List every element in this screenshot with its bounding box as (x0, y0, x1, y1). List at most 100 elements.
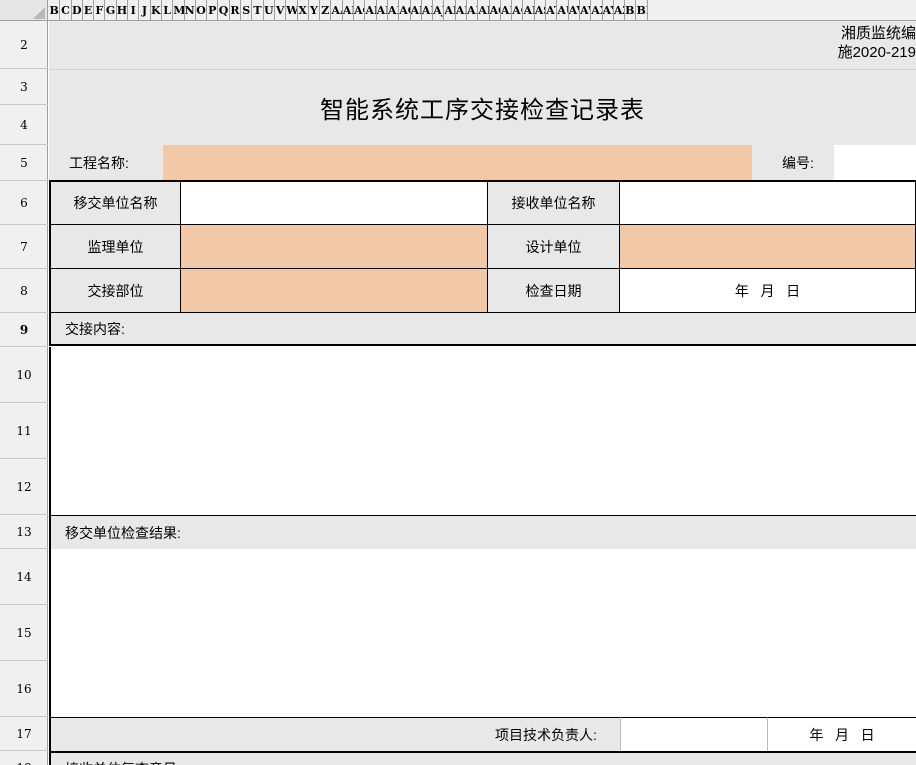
column-header-ai[interactable]: AI (422, 0, 434, 20)
column-header-ao[interactable]: AO (490, 0, 501, 20)
column-header-an[interactable]: AN (478, 0, 490, 20)
design-unit-label: 设计单位 (488, 225, 620, 269)
row-header-3[interactable]: 3 (0, 69, 48, 105)
column-header-ba[interactable]: BA (625, 0, 637, 20)
row-header-17[interactable]: 17 (0, 717, 48, 751)
column-header-at[interactable]: AT (546, 0, 558, 20)
number-label: 编号: (752, 145, 834, 181)
row-header-10[interactable]: 10 (0, 347, 48, 403)
row-header-4[interactable]: 4 (0, 105, 48, 145)
column-header-w[interactable]: W (286, 0, 298, 20)
column-header-l[interactable]: L (162, 0, 174, 20)
column-header-q[interactable]: Q (218, 0, 230, 20)
sign-date-field[interactable]: 年 月 日 (768, 717, 916, 751)
column-header-ac[interactable]: AC (354, 0, 366, 20)
inspection-date-label: 检查日期 (488, 269, 620, 313)
column-header-av[interactable]: AV (569, 0, 580, 20)
handover-content-area[interactable] (49, 347, 916, 515)
column-header-ar[interactable]: AR (523, 0, 535, 20)
form-code-line-1: 湘质监统编 (840, 25, 916, 42)
column-header-p[interactable]: P (207, 0, 219, 20)
column-header-ak[interactable]: AK (444, 0, 456, 20)
tech-lead-signature-field[interactable] (620, 717, 768, 751)
tech-lead-label: 项目技术负责人: (470, 717, 622, 751)
column-header-aq[interactable]: AQ (512, 0, 524, 20)
row-header-13[interactable]: 13 (0, 515, 48, 549)
column-header-g[interactable]: G (105, 0, 117, 20)
receiving-unit-field[interactable] (620, 182, 916, 225)
column-header-ad[interactable]: AD (365, 0, 377, 20)
column-header-ah[interactable]: AH (411, 0, 422, 20)
select-all-corner[interactable] (0, 0, 48, 20)
row-header-9[interactable]: 9 (0, 313, 48, 347)
design-unit-field[interactable] (620, 225, 916, 269)
column-header-az[interactable]: AZ (614, 0, 626, 20)
column-header-r[interactable]: R (230, 0, 242, 20)
row-header-6[interactable]: 6 (0, 181, 48, 225)
handover-check-result-label: 移交单位检查结果: (49, 515, 916, 549)
column-header-aj[interactable]: AJ (433, 0, 445, 20)
column-header-x[interactable]: X (298, 0, 309, 20)
column-header-bar: BCDEFGHIJKLMNOPQRSTUVWXYZAAABACADAEAFAGA… (0, 0, 916, 21)
handover-part-field[interactable] (181, 269, 488, 313)
row-header-5[interactable]: 5 (0, 145, 48, 181)
column-header-al[interactable]: AL (456, 0, 467, 20)
column-header-i[interactable]: I (128, 0, 140, 20)
column-header-am[interactable]: AM (467, 0, 479, 20)
column-header-t[interactable]: T (252, 0, 264, 20)
column-letters: BCDEFGHIJKLMNOPQRSTUVWXYZAAABACADAEAFAGA… (49, 0, 648, 20)
handover-check-result-area[interactable] (49, 549, 916, 717)
column-header-h[interactable]: H (117, 0, 129, 20)
column-header-ap[interactable]: AP (501, 0, 513, 20)
row-header-15[interactable]: 15 (0, 605, 48, 661)
column-header-s[interactable]: S (241, 0, 253, 20)
row-header-11[interactable]: 11 (0, 403, 48, 459)
row-header-2[interactable]: 2 (0, 21, 48, 69)
project-name-label: 工程名称: (49, 145, 163, 181)
column-header-as[interactable]: AS (535, 0, 547, 20)
column-header-y[interactable]: Y (309, 0, 321, 20)
column-header-f[interactable]: F (94, 0, 106, 20)
column-header-ax[interactable]: AX (591, 0, 603, 20)
column-header-au[interactable]: AU (557, 0, 569, 20)
page-title: 智能系统工序交接检查记录表 (320, 97, 645, 124)
row-header-14[interactable]: 14 (0, 549, 48, 605)
signature-row-blank (49, 717, 489, 751)
column-header-v[interactable]: V (275, 0, 287, 20)
row-header-12[interactable]: 12 (0, 459, 48, 515)
column-header-n[interactable]: N (185, 0, 196, 20)
supervision-unit-field[interactable] (181, 225, 488, 269)
column-header-z[interactable]: Z (320, 0, 332, 20)
row-header-7[interactable]: 7 (0, 225, 48, 269)
row-header-8[interactable]: 8 (0, 269, 48, 313)
project-name-field[interactable] (163, 145, 752, 181)
column-header-ab[interactable]: AB (343, 0, 355, 20)
column-header-ae[interactable]: AE (377, 0, 388, 20)
column-header-k[interactable]: K (151, 0, 162, 20)
column-header-bb[interactable]: BB (636, 0, 648, 20)
column-header-aa[interactable]: AA (331, 0, 343, 20)
handover-part-label: 交接部位 (51, 269, 181, 313)
handover-unit-label: 移交单位名称 (51, 182, 181, 225)
column-header-aw[interactable]: AW (580, 0, 592, 20)
column-header-e[interactable]: E (83, 0, 95, 20)
column-header-ay[interactable]: AY (603, 0, 614, 20)
row-header-18[interactable]: 18 (0, 751, 48, 765)
receiving-unit-label: 接收单位名称 (488, 182, 620, 225)
row-header-16[interactable]: 16 (0, 661, 48, 717)
receiving-review-label: 接收单位复查意见: (49, 751, 916, 765)
supervision-unit-label: 监理单位 (51, 225, 181, 269)
handover-unit-field[interactable] (181, 182, 488, 225)
column-header-b[interactable]: B (49, 0, 61, 20)
column-header-c[interactable]: C (60, 0, 72, 20)
column-header-af[interactable]: AF (388, 0, 400, 20)
number-field[interactable] (834, 145, 916, 181)
column-header-m[interactable]: M (173, 0, 185, 20)
column-header-j[interactable]: J (139, 0, 151, 20)
column-header-d[interactable]: D (72, 0, 83, 20)
column-header-ag[interactable]: AG (399, 0, 411, 20)
column-header-u[interactable]: U (264, 0, 275, 20)
inspection-date-field[interactable]: 年 月 日 (620, 269, 916, 313)
form-code-line-2: 施2020-219 (837, 44, 916, 61)
column-header-o[interactable]: O (196, 0, 208, 20)
